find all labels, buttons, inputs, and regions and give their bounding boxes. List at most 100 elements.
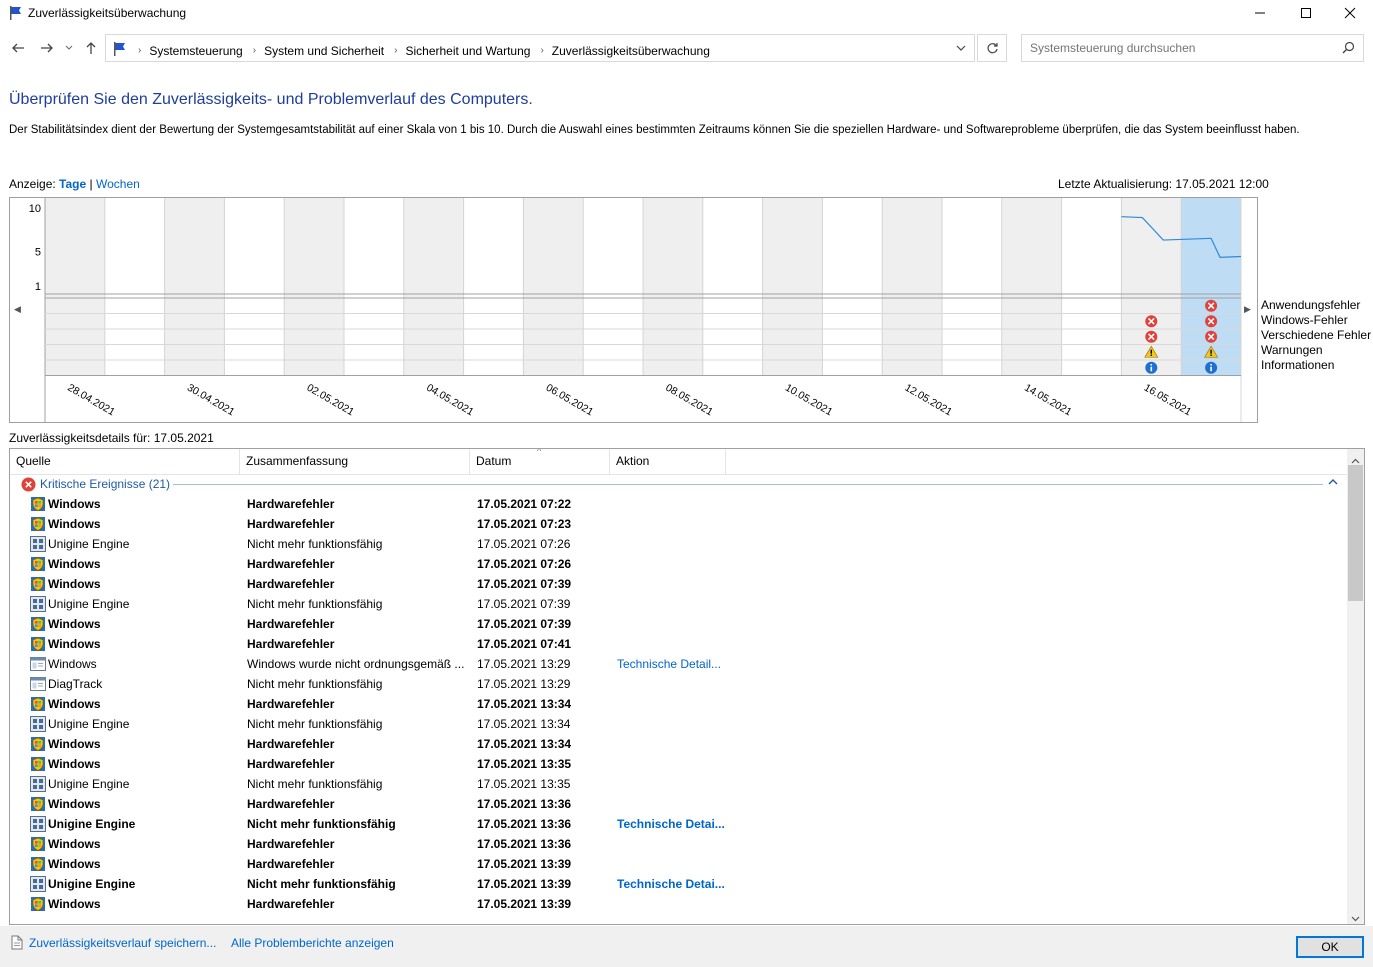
chart-day-column[interactable] [45, 198, 105, 376]
up-button[interactable] [81, 38, 101, 58]
row-summary: Hardwarefehler [247, 617, 335, 631]
row-date: 17.05.2021 13:36 [477, 817, 572, 831]
column-header-aktion[interactable]: Aktion [610, 449, 726, 475]
chart-day-column[interactable] [643, 198, 703, 376]
chart-scroll-left-icon[interactable]: ◀ [14, 304, 21, 315]
table-row[interactable]: Windows Hardwarefehler 17.05.2021 07:41 [10, 634, 1348, 654]
breadcrumb-sicherheit-und-wartung[interactable]: Sicherheit und Wartung [405, 44, 530, 58]
chart-day-column[interactable] [104, 198, 165, 376]
stability-chart[interactable]: 10 5 1 28.04.2021 30.04.2021 02.05.2021 04.05.… [9, 197, 1258, 423]
windows-shield-icon [30, 796, 46, 812]
chart-day-column[interactable] [942, 198, 1002, 376]
chart-scroll-right-icon[interactable]: ▶ [1244, 304, 1251, 315]
stability-chart-svg[interactable]: 10 5 1 28.04.2021 30.04.2021 02.05.2021 04.05.… [10, 198, 1257, 422]
save-history-link[interactable]: Zuverlässigkeitsverlauf speichern... [29, 936, 216, 950]
chart-day-column[interactable] [1061, 198, 1122, 376]
x-tick-label: 28.04.2021 [65, 382, 117, 419]
maximize-button[interactable] [1283, 0, 1329, 26]
back-button[interactable] [8, 38, 28, 58]
row-summary: Nicht mehr funktionsfähig [247, 537, 383, 551]
chevron-right-icon[interactable]: › [253, 45, 256, 56]
view-days-link[interactable]: Tage [59, 177, 86, 191]
vertical-scrollbar[interactable] [1347, 449, 1364, 924]
scroll-down-icon[interactable] [1351, 911, 1360, 924]
chart-day-column[interactable] [583, 198, 643, 376]
chart-day-column[interactable] [523, 198, 584, 376]
chart-day-column[interactable] [463, 198, 524, 376]
chart-day-column[interactable] [822, 198, 883, 376]
table-row[interactable]: Unigine Engine Nicht mehr funktionsfähig 1… [10, 714, 1348, 734]
search-box[interactable] [1021, 34, 1364, 62]
table-row[interactable]: Windows Hardwarefehler 17.05.2021 13:34 [10, 734, 1348, 754]
table-row[interactable]: Unigine Engine Nicht mehr funktionsfähig 1… [10, 534, 1348, 554]
column-header-zusammenfassung[interactable]: Zusammenfassung [240, 449, 470, 475]
x-tick-label: 14.05.2021 [1022, 382, 1074, 419]
chart-day-column[interactable] [403, 198, 464, 376]
info-icon-mark [1210, 366, 1212, 372]
table-row[interactable]: Unigine Engine Nicht mehr funktionsfähig 1… [10, 594, 1348, 614]
table-row[interactable]: Windows Hardwarefehler 17.05.2021 07:39 [10, 614, 1348, 634]
row-summary: Nicht mehr funktionsfähig [247, 877, 396, 891]
group-critical-events[interactable]: Kritische Ereignisse (21) [18, 476, 1338, 494]
windows-shield-icon [30, 896, 46, 912]
chart-day-column[interactable] [284, 198, 344, 376]
row-date: 17.05.2021 13:34 [477, 737, 572, 751]
table-row[interactable]: Unigine Engine Nicht mehr funktionsfähig 1… [10, 874, 1348, 894]
scrollbar-thumb[interactable] [1348, 465, 1363, 601]
chart-day-column[interactable] [344, 198, 404, 376]
info-icon-dot [1210, 363, 1212, 366]
view-weeks-link[interactable]: Wochen [96, 177, 140, 191]
collapse-icon[interactable] [1328, 477, 1338, 490]
search-icon[interactable] [1342, 41, 1355, 57]
chart-day-column[interactable] [1001, 198, 1062, 376]
chart-day-column[interactable] [702, 198, 763, 376]
legend-verschiedene-fehler: Verschiedene Fehler [1261, 328, 1372, 342]
technical-details-link[interactable]: Technische Detai... [617, 817, 725, 831]
view-selector: Anzeige: Tage | Wochen [9, 177, 140, 191]
row-date: 17.05.2021 13:39 [477, 857, 572, 871]
table-row[interactable]: Windows Hardwarefehler 17.05.2021 13:35 [10, 754, 1348, 774]
column-header-quelle[interactable]: Quelle [10, 449, 240, 475]
table-row[interactable]: Windows Hardwarefehler 17.05.2021 07:23 [10, 514, 1348, 534]
table-row[interactable]: Windows Hardwarefehler 17.05.2021 13:36 [10, 794, 1348, 814]
breadcrumb-zuverlaessigkeit[interactable]: Zuverlässigkeitsüberwachung [552, 44, 710, 58]
ok-button[interactable]: OK [1296, 936, 1364, 958]
table-row[interactable]: Windows Hardwarefehler 17.05.2021 07:22 [10, 494, 1348, 514]
table-row[interactable]: Windows Hardwarefehler 17.05.2021 07:26 [10, 554, 1348, 574]
forward-button[interactable] [37, 38, 57, 58]
technical-details-link[interactable]: Technische Detail... [617, 657, 721, 671]
chart-day-column[interactable] [164, 198, 225, 376]
table-row[interactable]: Windows Hardwarefehler 17.05.2021 13:34 [10, 694, 1348, 714]
breadcrumb-systemsteuerung[interactable]: Systemsteuerung [149, 44, 242, 58]
technical-details-link[interactable]: Technische Detai... [617, 877, 725, 891]
breadcrumb-system-und-sicherheit[interactable]: System und Sicherheit [264, 44, 384, 58]
row-date: 17.05.2021 13:29 [477, 657, 571, 671]
table-row[interactable]: Windows Hardwarefehler 17.05.2021 13:36 [10, 834, 1348, 854]
app-grid-icon [30, 536, 46, 552]
table-row[interactable]: Windows Hardwarefehler 17.05.2021 13:39 [10, 854, 1348, 874]
chevron-right-icon: › [138, 45, 142, 56]
address-history-button[interactable] [948, 35, 974, 61]
chevron-right-icon[interactable]: › [394, 45, 397, 56]
row-source: Windows [48, 797, 101, 811]
recent-pages-button[interactable] [62, 38, 76, 58]
minimize-button[interactable] [1237, 0, 1283, 26]
chart-day-column[interactable] [762, 198, 823, 376]
chart-day-column[interactable] [882, 198, 942, 376]
close-button[interactable] [1327, 0, 1373, 26]
row-date: 17.05.2021 07:26 [477, 557, 572, 571]
refresh-button[interactable] [977, 34, 1007, 62]
table-row[interactable]: DiagTrack Nicht mehr funktionsfähig 17.05.… [10, 674, 1348, 694]
chart-day-column[interactable] [224, 198, 285, 376]
table-row[interactable]: Windows Hardwarefehler 17.05.2021 13:39 [10, 894, 1348, 914]
table-row[interactable]: Windows Windows wurde nicht ordnungsgemäß… [10, 654, 1348, 674]
y-tick-label: 5 [35, 246, 41, 258]
address-bar[interactable]: › Systemsteuerung › System und Sicherhei… [105, 34, 975, 62]
table-row[interactable]: Unigine Engine Nicht mehr funktionsfähig 1… [10, 814, 1348, 834]
chevron-right-icon[interactable]: › [540, 45, 543, 56]
table-row[interactable]: Unigine Engine Nicht mehr funktionsfähig 1… [10, 774, 1348, 794]
details-table[interactable]: Quelle Zusammenfassung Datum ^ Aktion Kr… [9, 448, 1365, 925]
search-input[interactable] [1022, 35, 1332, 61]
all-reports-link[interactable]: Alle Problemberichte anzeigen [231, 936, 394, 950]
table-row[interactable]: Windows Hardwarefehler 17.05.2021 07:39 [10, 574, 1348, 594]
